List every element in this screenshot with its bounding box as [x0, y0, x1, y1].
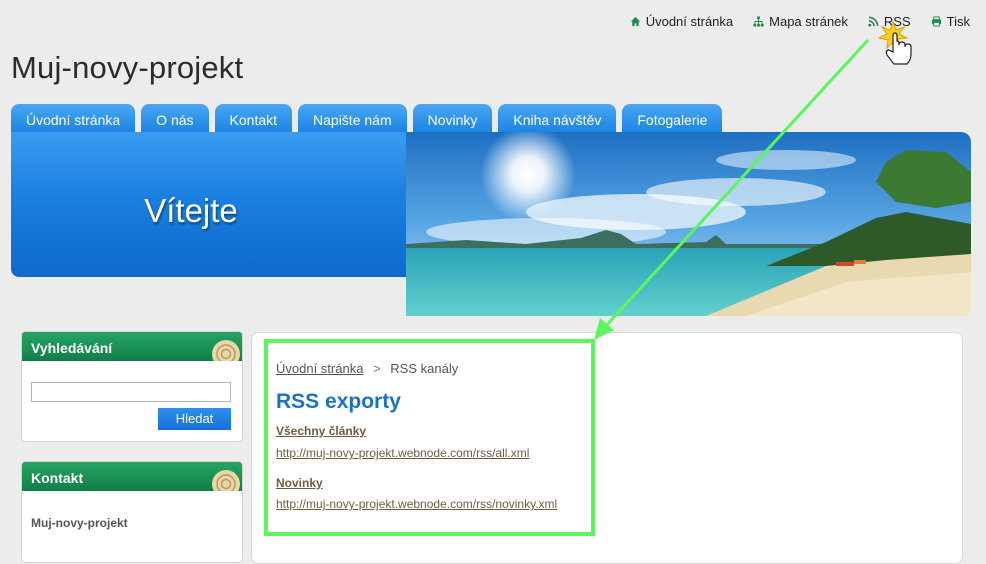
contact-panel-title: Kontakt: [31, 470, 84, 486]
top-link-print[interactable]: Tisk: [931, 14, 970, 29]
tab-about[interactable]: O nás: [141, 104, 209, 132]
main-nav: Úvodní stránka O nás Kontakt Napište nám…: [11, 104, 723, 132]
top-link-home[interactable]: Úvodní stránka: [630, 14, 733, 29]
rss-icon: [868, 16, 879, 27]
shell-icon: [212, 340, 240, 361]
search-panel: Vyhledávání Hledat: [21, 331, 243, 442]
search-panel-title: Vyhledávání: [31, 340, 113, 356]
sitemap-icon: [753, 16, 764, 27]
contact-panel: Kontakt Muj-novy-projekt: [21, 461, 243, 563]
search-button[interactable]: Hledat: [158, 408, 231, 430]
breadcrumb-home-link[interactable]: Úvodní stránka: [276, 361, 363, 376]
site-title[interactable]: Muj-novy-projekt: [11, 50, 243, 86]
feed-url-news[interactable]: http://muj-novy-projekt.webnode.com/rss/…: [276, 497, 557, 511]
contact-name: Muj-novy-projekt: [31, 516, 128, 530]
page-title: RSS exporty: [276, 390, 401, 413]
home-icon: [630, 16, 640, 27]
tab-write-us[interactable]: Napište nám: [298, 104, 407, 132]
top-link-print-label: Tisk: [946, 14, 970, 29]
breadcrumb: Úvodní stránka > RSS kanály: [276, 361, 458, 376]
hero-beach-image: [406, 132, 971, 316]
breadcrumb-current: RSS kanály: [390, 361, 459, 376]
tab-news[interactable]: Novinky: [412, 104, 493, 132]
top-link-sitemap-label: Mapa stránek: [769, 14, 848, 29]
top-links: Úvodní stránka Mapa stránek RSS Tisk: [630, 14, 970, 29]
contact-panel-header: Kontakt: [22, 462, 242, 491]
tab-photo-gallery[interactable]: Fotogalerie: [622, 104, 723, 132]
tab-home[interactable]: Úvodní stránka: [11, 104, 136, 132]
hero-banner: Vítejte: [11, 132, 411, 277]
hand-pointer-icon: [885, 32, 912, 65]
breadcrumb-separator: >: [373, 361, 381, 376]
shell-icon: [212, 470, 240, 491]
top-link-sitemap[interactable]: Mapa stránek: [753, 14, 848, 29]
print-icon: [931, 16, 941, 27]
top-link-home-label: Úvodní stránka: [645, 14, 734, 29]
top-link-rss[interactable]: RSS: [868, 14, 911, 29]
search-input[interactable]: [31, 382, 231, 402]
hero-welcome-text: Vítejte: [144, 192, 238, 229]
feed-url-all[interactable]: http://muj-novy-projekt.webnode.com/rss/…: [276, 446, 529, 460]
feed-title-all[interactable]: Všechny články: [276, 424, 366, 438]
tab-contact[interactable]: Kontakt: [214, 104, 293, 132]
top-link-rss-label: RSS: [883, 14, 911, 29]
search-panel-header: Vyhledávání: [22, 332, 242, 361]
feed-title-news[interactable]: Novinky: [276, 476, 323, 490]
tab-guestbook[interactable]: Kniha návštěv: [498, 104, 617, 132]
